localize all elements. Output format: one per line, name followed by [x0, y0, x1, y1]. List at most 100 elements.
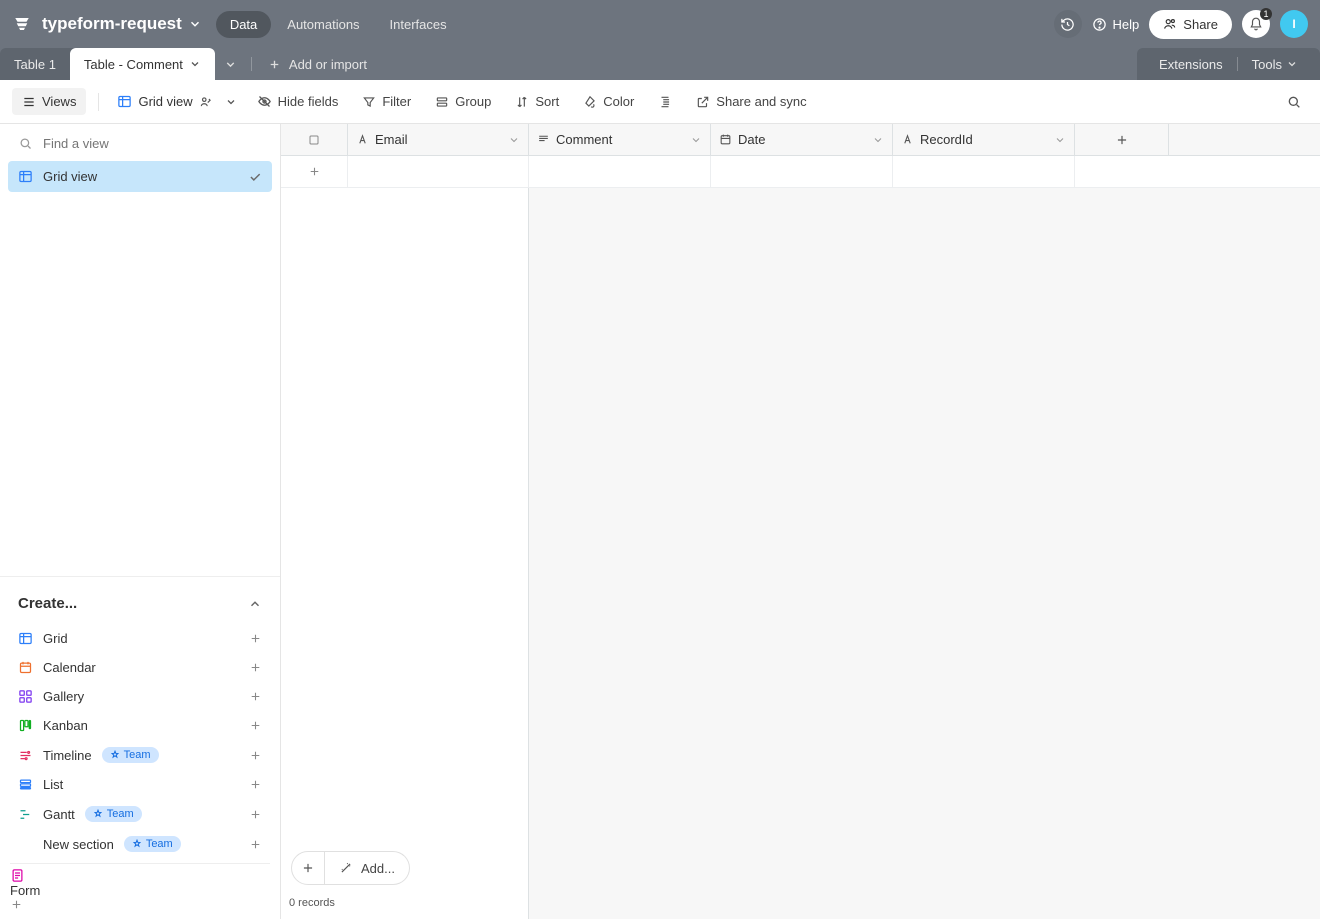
create-calendar[interactable]: Calendar	[10, 653, 270, 682]
search-button[interactable]	[1280, 88, 1308, 116]
table-tab-2-label: Table - Comment	[84, 57, 183, 72]
add-field-button[interactable]	[1075, 124, 1169, 155]
gallery-icon	[18, 689, 33, 704]
create-item-label: List	[43, 777, 63, 792]
views-toggle-button[interactable]: Views	[12, 88, 86, 115]
table-tab-2[interactable]: Table - Comment	[70, 48, 215, 80]
form-icon	[10, 868, 25, 883]
longtext-icon	[537, 133, 550, 146]
column-header-email[interactable]: Email	[348, 124, 529, 155]
grid-icon	[18, 631, 33, 646]
help-button[interactable]: Help	[1092, 17, 1140, 32]
tools-button[interactable]: Tools	[1242, 57, 1308, 72]
text-icon	[901, 133, 914, 146]
views-label: Views	[42, 94, 76, 109]
create-header-label: Create...	[18, 595, 77, 612]
help-label: Help	[1113, 17, 1140, 32]
color-button[interactable]: Color	[573, 88, 644, 115]
notification-badge: 1	[1260, 8, 1272, 20]
separator	[1237, 57, 1238, 71]
filter-label: Filter	[382, 94, 411, 109]
chevron-down-icon[interactable]	[1054, 134, 1066, 146]
row-height-button[interactable]	[648, 89, 682, 115]
people-icon	[199, 95, 213, 109]
create-list[interactable]: List	[10, 770, 270, 799]
share-button[interactable]: Share	[1149, 10, 1232, 39]
tools-label: Tools	[1252, 57, 1282, 72]
chevron-down-icon[interactable]	[690, 134, 702, 146]
user-avatar[interactable]: I	[1280, 10, 1308, 38]
base-menu-chevron-icon[interactable]	[188, 17, 202, 31]
add-row-cell[interactable]	[893, 156, 1075, 187]
create-kanban[interactable]: Kanban	[10, 711, 270, 740]
plus-icon	[249, 749, 262, 762]
create-grid[interactable]: Grid	[10, 624, 270, 653]
add-or-import-button[interactable]: Add or import	[256, 57, 379, 72]
add-row-cell[interactable]	[529, 156, 711, 187]
chevron-down-icon[interactable]	[872, 134, 884, 146]
add-row-plus[interactable]	[281, 156, 348, 187]
create-form[interactable]: Form	[10, 868, 270, 911]
plus-icon	[249, 778, 262, 791]
create-gallery[interactable]: Gallery	[10, 682, 270, 711]
chevron-down-icon[interactable]	[508, 134, 520, 146]
group-icon	[435, 95, 449, 109]
share-sync-label: Share and sync	[716, 94, 806, 109]
workspace-tabs: Data Automations Interfaces	[216, 11, 461, 38]
tab-data[interactable]: Data	[216, 11, 271, 38]
team-badge: Team	[85, 806, 142, 822]
view-item-grid-view[interactable]: Grid view	[8, 161, 272, 192]
create-view-header[interactable]: Create...	[10, 587, 270, 624]
hide-fields-button[interactable]: Hide fields	[247, 88, 349, 115]
plus-icon	[10, 898, 270, 911]
add-row-cell[interactable]	[348, 156, 529, 187]
current-view-button[interactable]: Grid view	[111, 90, 242, 113]
grid-area: Email Comment Date RecordId	[281, 124, 1320, 919]
select-all-checkbox[interactable]	[281, 124, 348, 155]
history-button[interactable]	[1054, 10, 1082, 38]
share-sync-button[interactable]: Share and sync	[686, 88, 816, 115]
kanban-icon	[18, 718, 33, 733]
app-header: typeform-request Data Automations Interf…	[0, 0, 1320, 48]
add-row[interactable]	[281, 156, 1320, 188]
create-timeline[interactable]: TimelineTeam	[10, 740, 270, 770]
text-icon	[356, 133, 369, 146]
external-link-icon	[696, 95, 710, 109]
grid-left-gutter	[281, 188, 529, 919]
app-logo-icon[interactable]	[12, 14, 32, 34]
tab-automations[interactable]: Automations	[273, 11, 373, 38]
extensions-button[interactable]: Extensions	[1149, 57, 1233, 72]
column-header-recordid[interactable]: RecordId	[893, 124, 1075, 155]
column-header-date[interactable]: Date	[711, 124, 893, 155]
create-gantt[interactable]: Gantt Team	[10, 799, 270, 829]
create-item-label: Grid	[43, 631, 68, 646]
create-item-label: Gantt	[43, 807, 75, 822]
plus-icon	[249, 719, 262, 732]
view-item-label: Grid view	[43, 169, 97, 184]
row-height-icon	[658, 95, 672, 109]
header-filler	[1169, 124, 1320, 155]
add-record-button[interactable]	[291, 851, 325, 885]
create-new-section[interactable]: New sectionTeam	[10, 829, 270, 859]
table-tabs-more-button[interactable]	[215, 58, 247, 71]
notifications-button[interactable]: 1	[1242, 10, 1270, 38]
chevron-up-icon	[248, 597, 262, 611]
group-button[interactable]: Group	[425, 88, 501, 115]
find-view-input[interactable]	[43, 136, 262, 151]
tab-interfaces[interactable]: Interfaces	[376, 11, 461, 38]
column-header-comment[interactable]: Comment	[529, 124, 711, 155]
column-header-label: Comment	[556, 132, 612, 147]
timeline-icon	[18, 748, 33, 763]
create-form-label: Form	[10, 883, 40, 898]
filter-button[interactable]: Filter	[352, 88, 421, 115]
plus-icon	[308, 165, 321, 178]
column-header-label: RecordId	[920, 132, 973, 147]
table-tab-1[interactable]: Table 1	[0, 48, 70, 80]
add-row-cell[interactable]	[711, 156, 893, 187]
search-icon	[18, 136, 33, 151]
sort-button[interactable]: Sort	[505, 88, 569, 115]
group-label: Group	[455, 94, 491, 109]
column-header-label: Date	[738, 132, 765, 147]
base-name[interactable]: typeform-request	[42, 14, 182, 34]
add-menu-button[interactable]: Add...	[325, 851, 410, 885]
